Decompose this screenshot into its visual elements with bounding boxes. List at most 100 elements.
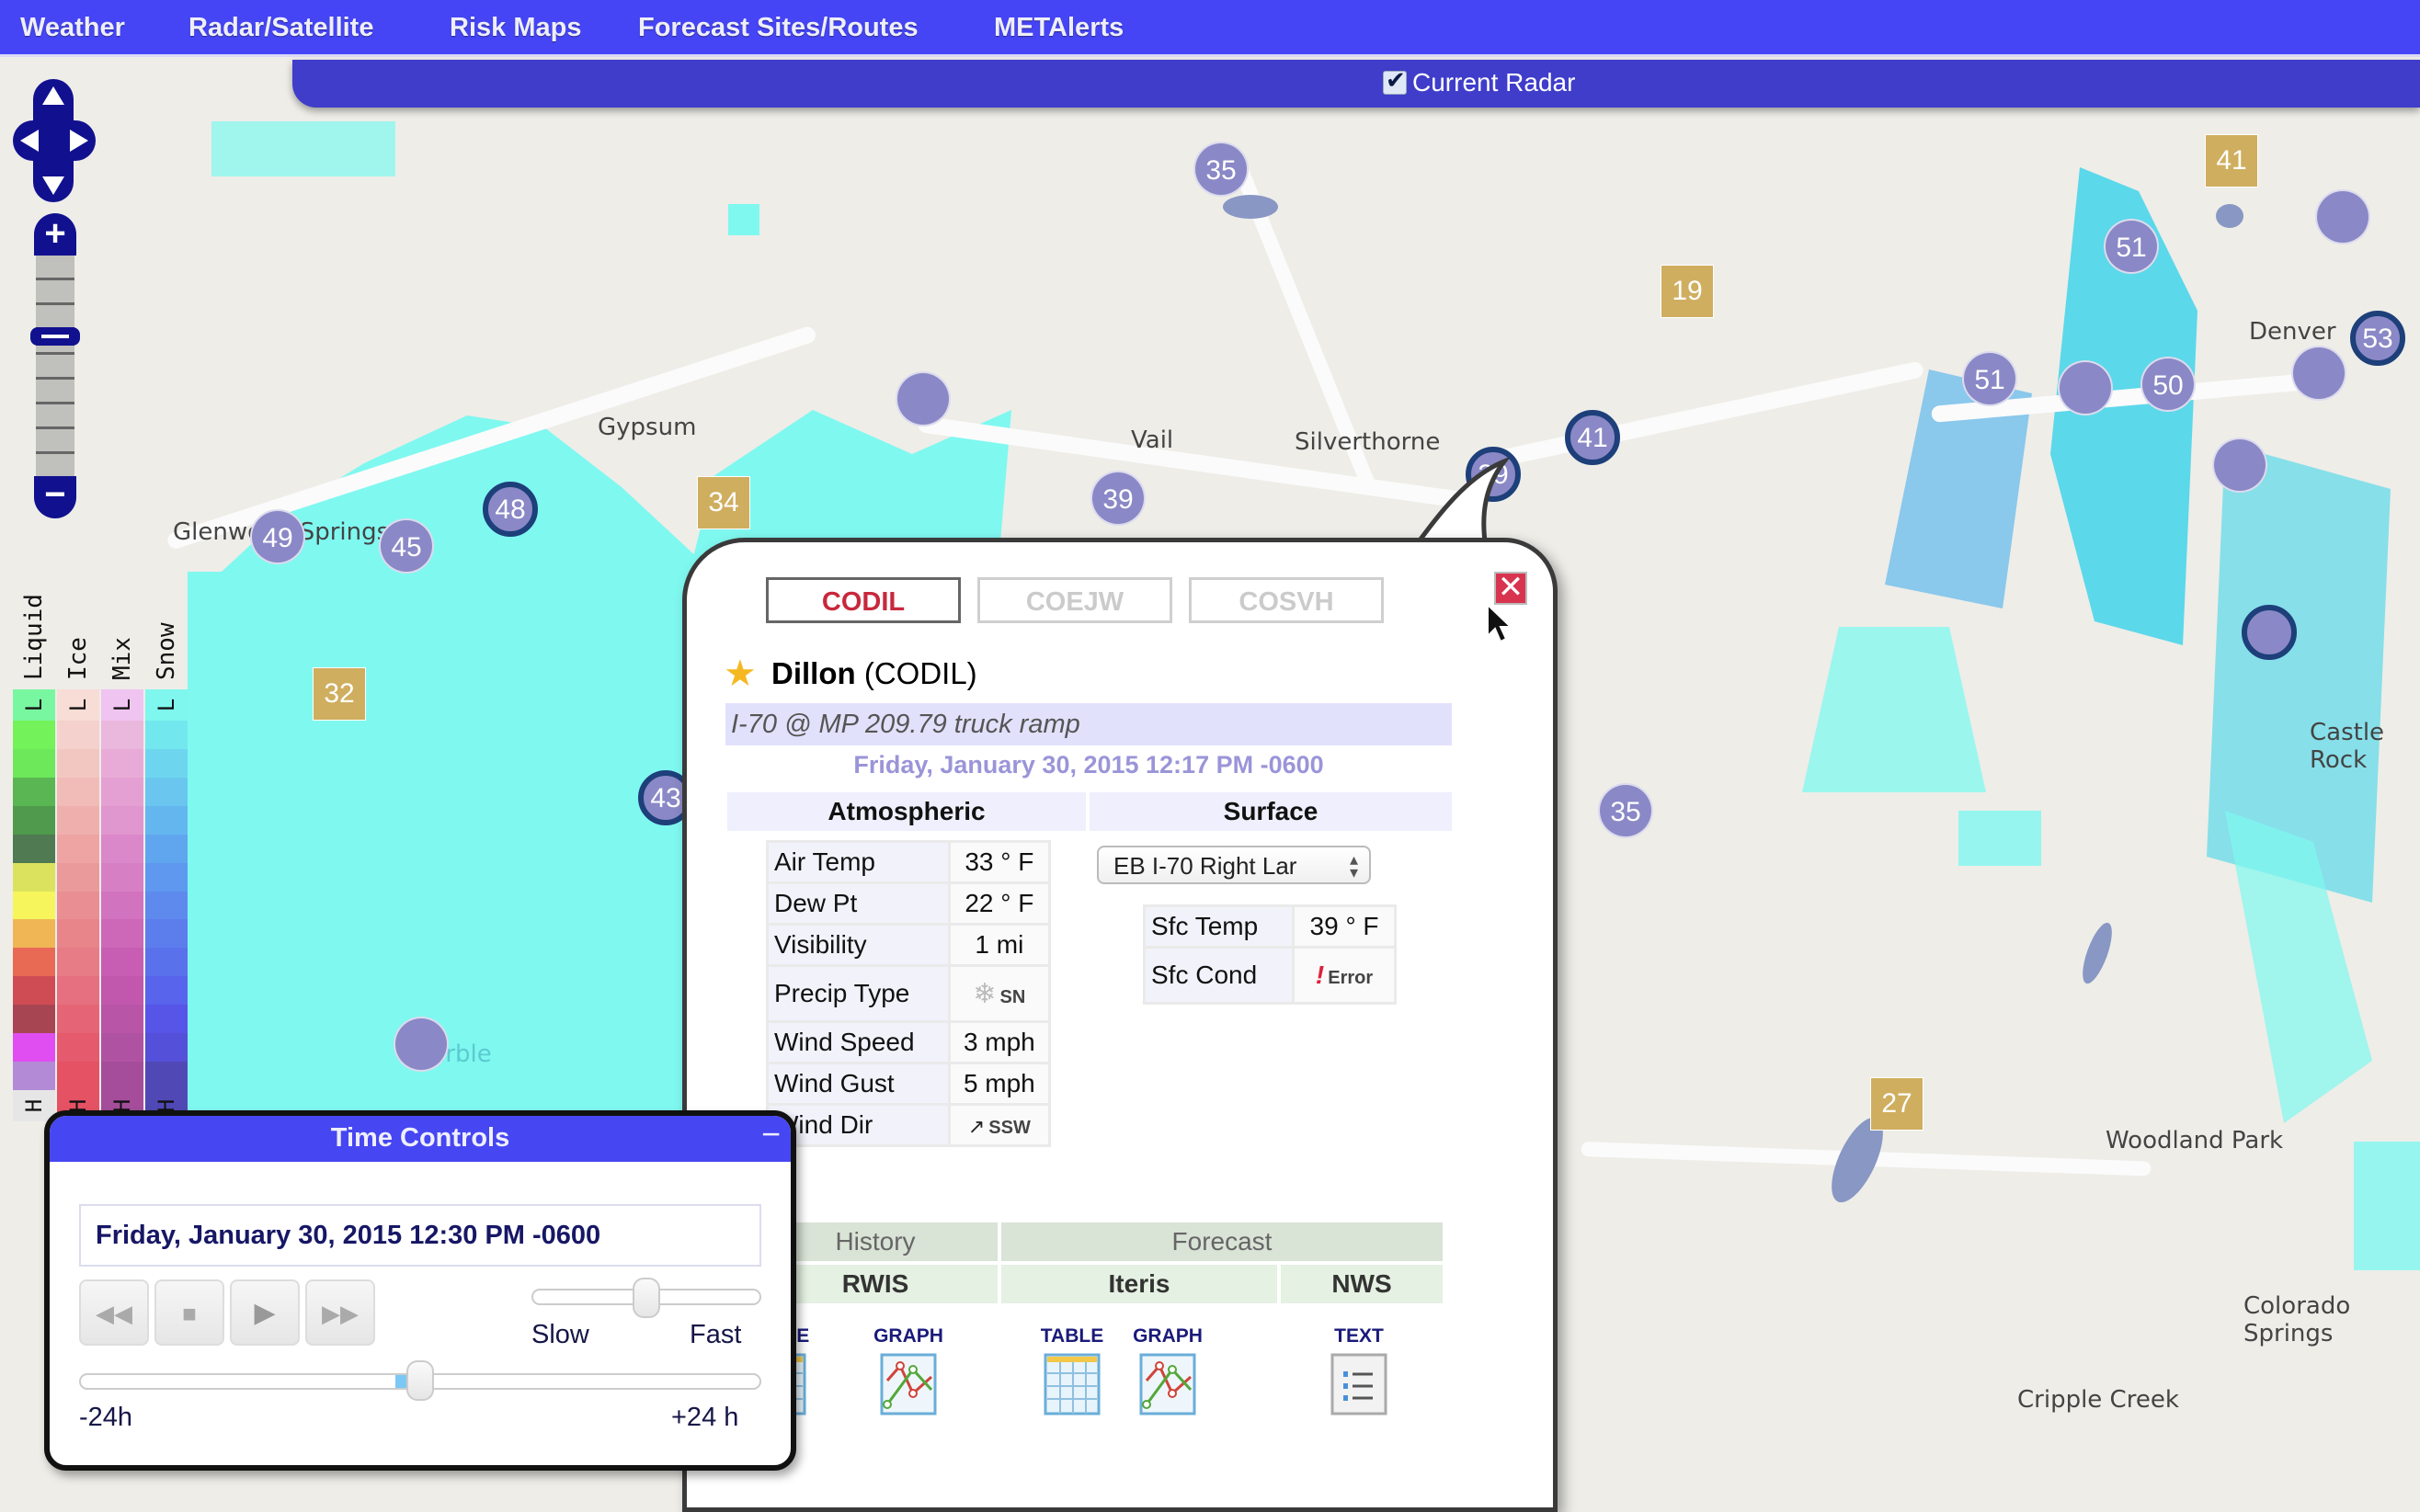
forecast-header: Forecast [1001, 1222, 1443, 1261]
legend-low-label: L [13, 689, 55, 721]
iteris-table-link[interactable]: TABLE [1031, 1325, 1113, 1415]
weather-station-marker[interactable] [2212, 438, 2267, 493]
obs-value: 33 ° F [950, 843, 1048, 881]
weather-station-marker[interactable] [2242, 605, 2297, 660]
weather-station-marker[interactable]: 35 [1193, 142, 1249, 197]
nav-risk-maps[interactable]: Risk Maps [450, 13, 581, 43]
site-tab-coejw[interactable]: COEJW [977, 577, 1172, 623]
forecast-site-marker[interactable]: 19 [1661, 265, 1714, 318]
place-name: Colorado Springs [2243, 1292, 2351, 1347]
precip-type-legend: Liquid L H Ice L H Mix L H Snow L H [13, 570, 189, 1121]
obs-value: 1 mi [950, 926, 1048, 964]
minimize-icon[interactable]: − [761, 1118, 785, 1151]
weather-station-marker[interactable]: 48 [483, 482, 538, 537]
weather-station-marker[interactable] [2291, 346, 2346, 401]
zoom-slider-handle[interactable] [30, 327, 80, 346]
speed-slider-thumb[interactable] [633, 1278, 660, 1318]
error-icon: ! [1315, 961, 1325, 989]
weather-station-marker[interactable]: 39 [1090, 471, 1146, 526]
weather-station-marker[interactable]: 53 [2350, 311, 2405, 366]
weather-station-marker[interactable] [2058, 360, 2113, 415]
legend-column-title: Snow [145, 570, 188, 689]
weather-station-marker[interactable]: 49 [250, 509, 305, 564]
layer-toggle-bar: Current Radar [292, 60, 2420, 108]
close-icon[interactable]: ✕ [1494, 572, 1527, 605]
snowflake-icon: ❄ [973, 978, 997, 1009]
legend-swatch [57, 976, 99, 1006]
forecast-site-marker[interactable]: 32 [313, 667, 366, 721]
weather-station-marker[interactable] [394, 1017, 449, 1072]
weather-station-marker[interactable]: 51 [1962, 351, 2017, 406]
stop-button[interactable]: ■ [154, 1279, 224, 1346]
surface-sensor-select[interactable]: EB I-70 Right Lar ▴ ▾ [1097, 846, 1371, 884]
current-radar-label[interactable]: Current Radar [1412, 68, 1575, 97]
forecast-site-marker[interactable]: 41 [2205, 134, 2258, 188]
legend-swatch [57, 948, 99, 977]
lake [2076, 919, 2118, 987]
range-max-label: +24 h [671, 1403, 739, 1432]
zoom-slider-track[interactable] [36, 256, 74, 476]
obs-value-text: SSW [988, 1118, 1031, 1138]
iteris-graph-link[interactable]: GRAPH [1126, 1325, 1209, 1415]
pan-down-icon[interactable] [42, 176, 64, 195]
fast-forward-button[interactable]: ▶▶ [305, 1279, 375, 1346]
radar-echo [184, 572, 699, 1160]
pan-up-icon[interactable] [42, 86, 64, 105]
legend-swatch [13, 721, 55, 749]
weather-station-marker[interactable]: 35 [1598, 783, 1653, 838]
place-name: Vail [1131, 426, 1174, 454]
legend-swatch [145, 777, 188, 806]
weather-station-marker[interactable] [896, 371, 951, 426]
pan-control [13, 79, 96, 202]
nav-radar-satellite[interactable]: Radar/Satellite [188, 13, 373, 43]
legend-swatch [57, 1005, 99, 1034]
radar-echo [1958, 811, 2041, 866]
weather-station-marker[interactable]: 50 [2140, 357, 2196, 412]
favorite-star-icon[interactable]: ★ [724, 653, 757, 695]
obs-row: Visibility 1 mi [769, 926, 1048, 964]
place-name: Cripple Creek [2017, 1386, 2179, 1414]
legend-swatch [57, 1033, 99, 1063]
legend-low-text: L [153, 698, 179, 712]
current-radar-checkbox[interactable] [1383, 66, 1407, 95]
obs-label: Sfc Temp [1146, 907, 1293, 946]
rewind-button[interactable]: ◀◀ [79, 1279, 149, 1346]
legend-swatch [101, 1062, 143, 1090]
select-arrows-icon: ▴ ▾ [1349, 850, 1358, 881]
pan-left-icon[interactable] [20, 130, 39, 152]
zoom-out-button[interactable]: − [34, 476, 76, 518]
play-button[interactable]: ▶ [230, 1279, 300, 1346]
forecast-site-marker[interactable]: 27 [1870, 1077, 1923, 1131]
nav-weather[interactable]: Weather [20, 13, 125, 43]
site-tab-codil[interactable]: CODIL [766, 577, 961, 623]
legend-swatch [145, 805, 188, 835]
rwis-graph-link[interactable]: GRAPH [867, 1325, 950, 1415]
obs-row: Wind Dir ↗ SSW [769, 1106, 1048, 1144]
legend-column-mix: Mix L H [101, 570, 143, 1121]
pan-right-icon[interactable] [70, 130, 88, 152]
nav-metalerts[interactable]: METAlerts [994, 13, 1124, 43]
legend-swatch [13, 834, 55, 863]
site-tab-cosvh[interactable]: COSVH [1189, 577, 1384, 623]
zoom-in-button[interactable]: + [34, 213, 76, 256]
mouse-pointer-icon [1487, 603, 1513, 643]
legend-swatch [145, 1005, 188, 1034]
rewind-icon: ◀◀ [96, 1300, 132, 1327]
weather-station-marker[interactable]: 41 [1565, 410, 1620, 465]
obs-value-text: Error [1328, 968, 1374, 988]
weather-station-marker[interactable]: 45 [379, 518, 434, 574]
legend-swatch [101, 919, 143, 949]
nws-text-link[interactable]: TEXT [1318, 1325, 1400, 1415]
legend-swatch [13, 976, 55, 1006]
rwis-graph-label: GRAPH [873, 1325, 943, 1347]
nav-forecast-sites-routes[interactable]: Forecast Sites/Routes [638, 13, 919, 43]
legend-swatch [57, 834, 99, 863]
legend-column-title: Ice [57, 570, 99, 689]
table-icon [1044, 1353, 1101, 1415]
forecast-site-marker[interactable]: 34 [697, 476, 750, 529]
weather-station-marker[interactable]: 51 [2104, 219, 2159, 274]
legend-swatch [101, 748, 143, 778]
legend-swatch [101, 777, 143, 806]
time-offset-slider-thumb[interactable] [406, 1360, 434, 1401]
weather-station-marker[interactable] [2315, 189, 2370, 244]
